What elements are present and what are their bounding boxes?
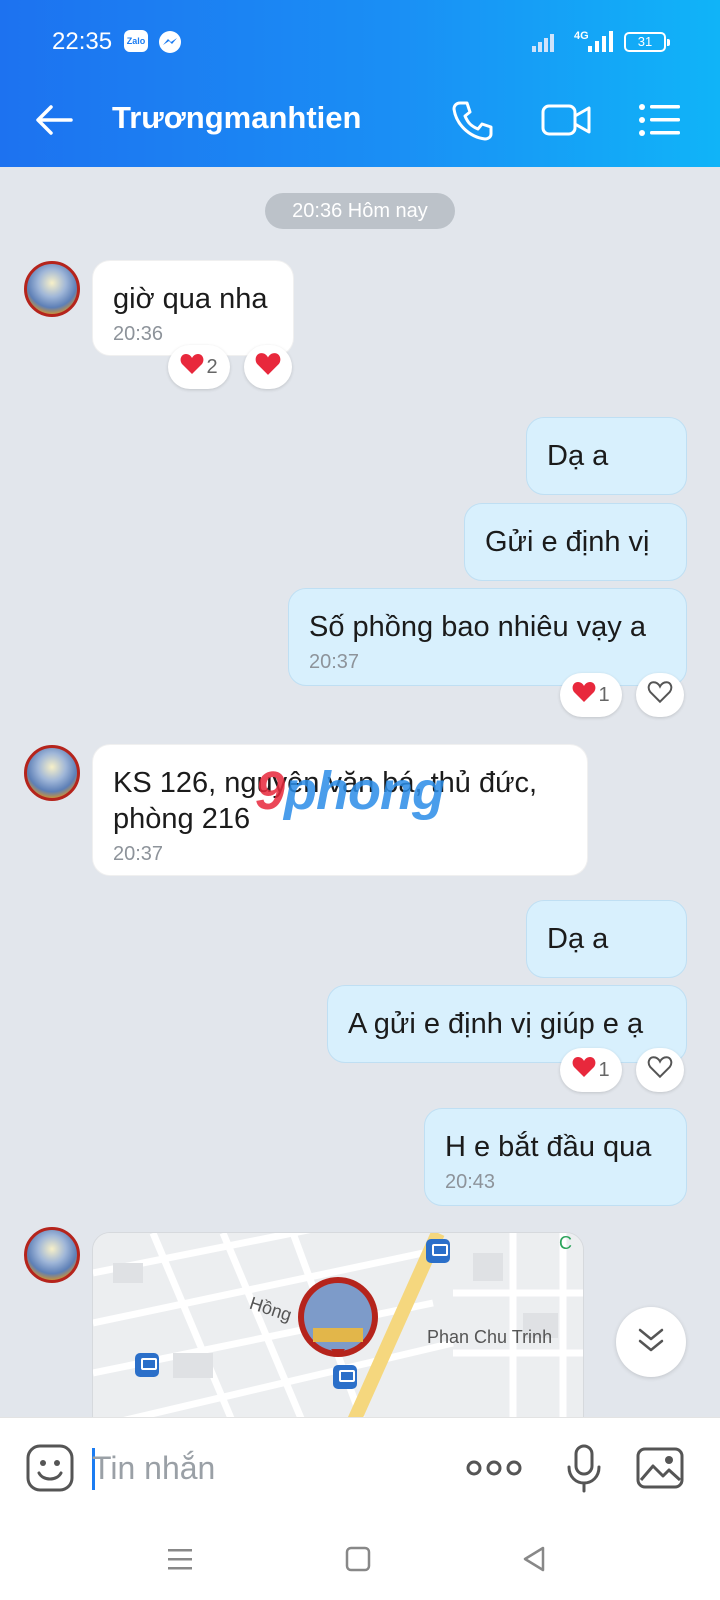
react-button[interactable] [244, 345, 292, 389]
home-button[interactable] [336, 1537, 380, 1581]
message-text: Số phồng bao nhiêu vạy a [309, 611, 646, 643]
reaction-summary[interactable]: 1 [560, 1048, 622, 1092]
recent-apps-button[interactable] [158, 1537, 202, 1581]
heart-icon [572, 681, 596, 709]
status-bar: 22:35 Zalo 4G 31 [0, 0, 720, 72]
bus-stop-icon [333, 1365, 357, 1389]
battery-indicator: 31 [624, 32, 670, 52]
location-map-message[interactable]: Hồng Phan Chu Trinh C [92, 1232, 584, 1422]
message-bubble[interactable]: H e bắt đầu qua 20:43 [424, 1108, 687, 1206]
contact-avatar[interactable] [24, 1227, 80, 1283]
menu-list-button[interactable] [632, 92, 688, 148]
reaction-count: 1 [598, 683, 610, 706]
message-bubble[interactable]: Dạ a [526, 417, 687, 495]
message-composer [0, 1417, 720, 1517]
message-bubble[interactable]: Số phồng bao nhiêu vạy a 20:37 [288, 588, 687, 686]
reaction-count: 2 [206, 355, 218, 378]
reaction-summary[interactable]: 1 [560, 673, 622, 717]
react-button[interactable] [636, 673, 684, 717]
message-input[interactable] [92, 1440, 442, 1496]
message-time: 20:37 [309, 651, 360, 673]
message-text: H e bắt đầu qua [445, 1131, 652, 1163]
message-text: Gửi e định vị [485, 526, 650, 558]
map-street-label: C [559, 1233, 572, 1253]
message-time: 20:37 [113, 843, 164, 865]
scroll-to-bottom-button[interactable] [616, 1307, 686, 1377]
watermark-logo: 9phong [255, 761, 445, 821]
zalo-notification-icon: Zalo [124, 30, 148, 52]
map-street-label: Phan Chu Trinh [427, 1327, 553, 1347]
system-navigation-bar [0, 1517, 720, 1600]
contact-avatar[interactable] [24, 261, 80, 317]
bus-stop-icon [135, 1353, 159, 1377]
reaction-count: 1 [598, 1058, 610, 1081]
message-bubble[interactable]: Gửi e định vị [464, 503, 687, 581]
heart-outline-icon [647, 1055, 673, 1085]
voice-record-button[interactable] [554, 1438, 614, 1498]
video-call-button[interactable] [538, 92, 594, 148]
message-list[interactable]: 20:36 Hôm nay giờ qua nha 20:36 2 Dạ a G… [0, 167, 720, 1422]
message-bubble[interactable]: giờ qua nha 20:36 [92, 260, 294, 356]
date-divider: 20:36 Hôm nay [265, 193, 455, 229]
more-options-button[interactable] [464, 1438, 524, 1498]
message-text: Dạ a [547, 923, 609, 955]
status-time: 22:35 [52, 28, 113, 55]
message-time: 20:36 [113, 323, 164, 345]
signal-strength-icon [586, 28, 616, 59]
back-nav-button[interactable] [512, 1537, 556, 1581]
conversation-title[interactable]: Trươngmanhtien [112, 100, 361, 136]
react-button[interactable] [636, 1048, 684, 1092]
heart-outline-icon [647, 680, 673, 710]
chevron-double-down-icon [636, 1325, 666, 1360]
app-header: 22:35 Zalo 4G 31 Trươngmanhtien [0, 0, 720, 167]
reaction-summary[interactable]: 2 [168, 345, 230, 389]
message-time: 20:43 [445, 1171, 496, 1193]
contact-avatar[interactable] [24, 745, 80, 801]
sticker-button[interactable] [20, 1438, 80, 1498]
message-text: Dạ a [547, 440, 609, 472]
image-attach-button[interactable] [630, 1438, 690, 1498]
message-bubble[interactable]: A gửi e định vị giúp e ạ [327, 985, 687, 1063]
message-bubble[interactable]: Dạ a [526, 900, 687, 978]
voice-call-button[interactable] [444, 92, 500, 148]
back-button[interactable] [26, 92, 82, 148]
bus-stop-icon [426, 1239, 450, 1263]
message-text: giờ qua nha [113, 283, 268, 315]
heart-icon [180, 353, 204, 381]
heart-icon [572, 1056, 596, 1084]
signal-icon [530, 30, 558, 59]
message-text: A gửi e định vị giúp e ạ [348, 1008, 644, 1040]
messenger-notification-icon [158, 30, 182, 59]
heart-icon [255, 352, 281, 382]
